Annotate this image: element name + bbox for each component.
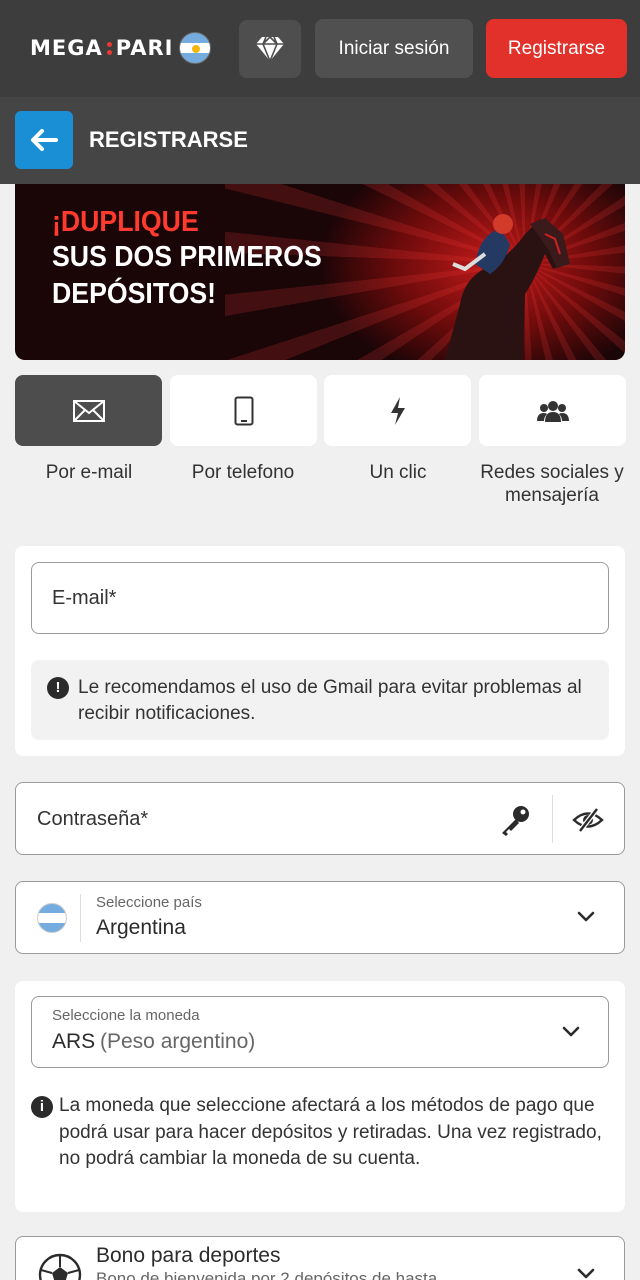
field-divider [80, 894, 81, 942]
info-icon: i [31, 1096, 53, 1118]
tab-phone-label[interactable]: Por telefono [163, 461, 323, 484]
country-value: Argentina [96, 916, 186, 939]
banner-headline-1: ¡DUPLIQUE [52, 206, 199, 238]
lightning-icon [390, 396, 405, 425]
field-divider [552, 795, 553, 843]
country-select[interactable]: Seleccione país Argentina [15, 881, 625, 954]
argentina-flag-icon [37, 903, 67, 933]
chevron-down-icon [562, 1026, 580, 1037]
phone-icon [234, 396, 253, 425]
megapari-logo[interactable]: MEGA PARI [30, 32, 212, 64]
vip-diamond-button[interactable] [239, 20, 301, 78]
email-card: E-mail* ! Le recomendamos el uso de Gmai… [15, 546, 625, 756]
page-title: REGISTRARSE [89, 127, 248, 152]
soccer-ball-icon [38, 1253, 82, 1280]
promo-banner[interactable]: ¡DUPLIQUE SUS DOS PRIMEROS DEPÓSITOS! [15, 184, 625, 360]
chevron-down-icon [577, 1268, 595, 1279]
bonus-select[interactable]: Bono para deportes Bono de bienvenida po… [15, 1236, 625, 1280]
bonus-title: Bono para deportes [96, 1244, 281, 1267]
logo-text-left: MEGA [30, 36, 103, 60]
login-button[interactable]: Iniciar sesión [315, 19, 473, 78]
users-icon [536, 400, 569, 422]
back-button[interactable] [15, 111, 73, 169]
logo-dots [106, 41, 112, 55]
tab-social-label[interactable]: Redes sociales y mensajería [472, 461, 632, 507]
tab-social[interactable] [479, 375, 626, 446]
country-label: Seleccione país [96, 894, 202, 911]
top-header: MEGA PARI Iniciar sesión Registrarse [0, 0, 640, 97]
key-icon[interactable] [498, 803, 532, 837]
envelope-icon [72, 399, 105, 422]
chevron-down-icon [577, 911, 595, 922]
banner-headline-3: DEPÓSITOS! [52, 278, 217, 310]
tab-one-click-label[interactable]: Un clic [318, 461, 478, 484]
currency-label: Seleccione la moneda [52, 1007, 200, 1024]
password-placeholder: Contraseña* [37, 808, 149, 830]
email-placeholder: E-mail* [52, 587, 117, 609]
tab-phone[interactable] [170, 375, 317, 446]
bonus-subtitle: Bono de bienvenida por 2 depósitos de ha… [96, 1269, 438, 1280]
tab-one-click[interactable] [324, 375, 471, 446]
diamond-icon [256, 36, 284, 62]
currency-select[interactable]: Seleccione la moneda ARS (Peso argentino… [31, 996, 609, 1068]
currency-card: Seleccione la moneda ARS (Peso argentino… [15, 981, 625, 1212]
eye-hidden-icon[interactable] [572, 807, 604, 833]
email-hint-text: Le recomendamos el uso de Gmail para evi… [78, 677, 582, 724]
info-icon: ! [47, 677, 69, 699]
currency-code: ARS [52, 1030, 96, 1053]
banner-headline-2: SUS DOS PRIMEROS [52, 241, 322, 273]
page-header: REGISTRARSE [0, 97, 640, 184]
tab-email[interactable] [15, 375, 162, 446]
racehorse-illustration [445, 214, 570, 360]
email-field[interactable]: E-mail* [31, 562, 609, 634]
register-button[interactable]: Registrarse [486, 19, 627, 78]
currency-name: (Peso argentino) [100, 1030, 256, 1053]
currency-hint-text: La moneda que seleccione afectará a los … [59, 1095, 602, 1169]
arrow-left-icon [31, 129, 58, 151]
logo-text-right: PARI [115, 36, 174, 60]
password-field[interactable]: Contraseña* [15, 782, 625, 855]
argentina-flag-icon[interactable] [179, 32, 212, 64]
email-hint-box: ! Le recomendamos el uso de Gmail para e… [31, 660, 609, 740]
tab-email-label[interactable]: Por e-mail [9, 461, 169, 484]
